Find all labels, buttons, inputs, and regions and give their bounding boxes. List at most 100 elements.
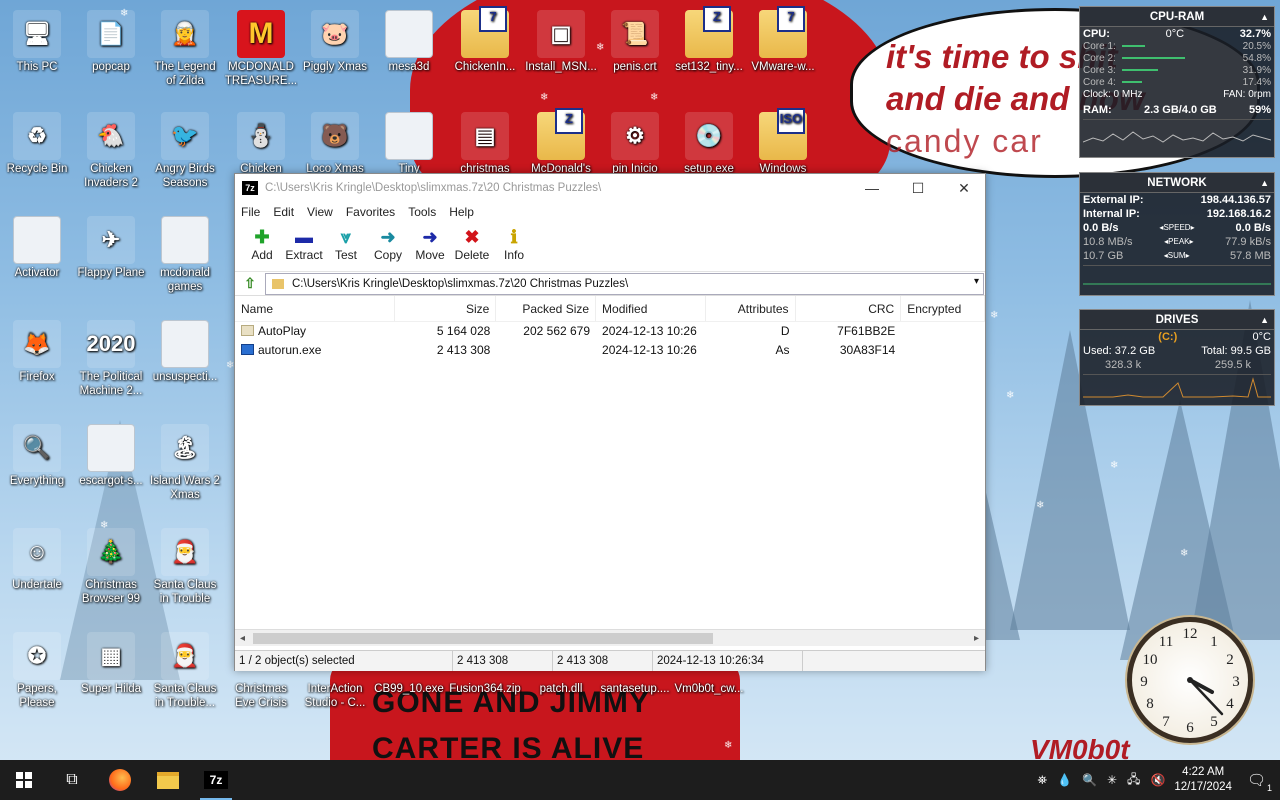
add-button[interactable]: ✚ Add bbox=[241, 222, 283, 271]
desktop-icon[interactable]: 🐔 Chicken Invaders 2 bbox=[74, 112, 148, 190]
address-input[interactable]: C:\Users\Kris Kringle\Desktop\slimxmas.7… bbox=[265, 272, 984, 295]
scroll-thumb[interactable] bbox=[253, 633, 713, 644]
sum-label: SUM bbox=[1167, 251, 1186, 260]
maximize-button[interactable]: ☐ bbox=[895, 174, 941, 202]
desktop-icon[interactable]: ▦ Super Hilda bbox=[74, 632, 148, 696]
desktop-icon[interactable]: Activator bbox=[0, 216, 74, 280]
chevron-down-icon[interactable]: ▾ bbox=[974, 276, 979, 287]
menu-help[interactable]: Help bbox=[449, 205, 474, 219]
desktop-icon[interactable]: ⛄ Chicken bbox=[224, 112, 298, 176]
desktop-icon[interactable]: 🧝 The Legend of Zilda bbox=[148, 10, 222, 88]
move-button[interactable]: ➜ Move bbox=[409, 222, 451, 271]
menu-view[interactable]: View bbox=[307, 205, 333, 219]
drives-widget[interactable]: DRIVES ▲ (C:) 0°C Used: 37.2 GB Total: 99.5… bbox=[1079, 309, 1275, 406]
scroll-left-icon[interactable]: ◂ bbox=[240, 630, 245, 647]
desktop-icon[interactable]: mesa3d bbox=[372, 10, 446, 74]
desktop-icon[interactable]: Tiny bbox=[372, 112, 446, 176]
desktop-icon[interactable]: ♻ Recycle Bin bbox=[0, 112, 74, 176]
droplet-icon[interactable]: 💧 bbox=[1057, 773, 1072, 787]
menu-file[interactable]: File bbox=[241, 205, 260, 219]
desktop-icon[interactable]: 🎄 Christmas Browser 99 bbox=[74, 528, 148, 606]
network-tray-icon[interactable]: ⛯ bbox=[1037, 773, 1047, 788]
desktop-icon[interactable]: ChickenIn... bbox=[448, 6, 522, 74]
desktop-icon[interactable]: 🐻 Loco Xmas bbox=[298, 112, 372, 176]
info-button[interactable]: ℹ Info bbox=[493, 222, 535, 271]
desktop-icon[interactable]: 🏝 Island Wars 2 Xmas bbox=[148, 424, 222, 502]
desktop-icon[interactable]: ▤ christmas bbox=[448, 112, 522, 176]
minimize-button[interactable]: — bbox=[849, 174, 895, 202]
copy-button[interactable]: ➜ Copy bbox=[367, 222, 409, 271]
delete-button[interactable]: ✖ Delete bbox=[451, 222, 493, 271]
desktop-icon[interactable]: 💿 setup.exe bbox=[672, 112, 746, 176]
up-folder-icon[interactable]: ⇧ bbox=[235, 275, 265, 292]
column-crc[interactable]: CRC bbox=[796, 296, 902, 321]
test-button[interactable]: ⩔ Test bbox=[325, 222, 367, 271]
desktop-icon[interactable]: M MCDONALD TREASURE... bbox=[224, 10, 298, 88]
desktop-icon[interactable]: 📄 popcap bbox=[74, 10, 148, 74]
taskbar-file-explorer[interactable] bbox=[144, 760, 192, 800]
papers-please-icon: ✪ bbox=[13, 632, 61, 680]
menu-tools[interactable]: Tools bbox=[408, 205, 436, 219]
network-widget[interactable]: NETWORK ▲ External IP: 198.44.136.57 Inter… bbox=[1079, 172, 1275, 296]
desktop-icon[interactable]: 🖥 This PC bbox=[0, 10, 74, 74]
taskbar-clock[interactable]: 4:22 AM 12/17/2024 bbox=[1174, 765, 1232, 795]
column-name[interactable]: Name bbox=[235, 296, 395, 321]
menu-edit[interactable]: Edit bbox=[273, 205, 294, 219]
column-attributes[interactable]: Attributes bbox=[706, 296, 796, 321]
desktop-icon[interactable]: ☺ Undertale bbox=[0, 528, 74, 592]
cpu-ram-widget[interactable]: CPU-RAM ▲ CPU: 0°C 32.7% Core 1: 20.5% Core 2… bbox=[1079, 6, 1275, 158]
column-packed-size[interactable]: Packed Size bbox=[496, 296, 597, 321]
desktop-icon[interactable]: ▣ Install_MSN... bbox=[524, 10, 598, 74]
desktop-icon[interactable]: set132_tiny... bbox=[672, 6, 746, 74]
volume-muted-icon[interactable]: 🔇 bbox=[1150, 773, 1165, 787]
start-button[interactable] bbox=[0, 760, 48, 800]
column-modified[interactable]: Modified bbox=[596, 296, 706, 321]
desktop-icon[interactable]: 🦊 Firefox bbox=[0, 320, 74, 384]
menu-favorites[interactable]: Favorites bbox=[346, 205, 395, 219]
desktop-icon[interactable]: 🐷 Piggly Xmas bbox=[298, 10, 372, 74]
extract-button[interactable]: ▬ Extract bbox=[283, 222, 325, 271]
taskbar-7zip[interactable]: 7z bbox=[192, 760, 240, 800]
horizontal-scrollbar[interactable]: ◂ ▸ bbox=[235, 629, 985, 646]
title-bar[interactable]: 7z C:\Users\Kris Kringle\Desktop\slimxma… bbox=[235, 174, 985, 202]
desktop-icon[interactable]: ✈ Flappy Plane bbox=[74, 216, 148, 280]
close-button[interactable]: ✕ bbox=[941, 174, 987, 202]
desktop-icon[interactable]: 🎅 Santa Claus in Trouble... bbox=[148, 632, 222, 710]
desktop-icon[interactable]: 🎅 Santa Claus in Trouble bbox=[148, 528, 222, 606]
search-tray-icon[interactable]: 🔍 bbox=[1082, 773, 1097, 787]
desktop-icon-label: escargot-s... bbox=[79, 475, 143, 487]
column-size[interactable]: Size bbox=[395, 296, 497, 321]
desktop-icon[interactable]: 🔍 Everything bbox=[0, 424, 74, 488]
drive-used: Used: 37.2 GB bbox=[1083, 345, 1156, 357]
desktop-icon[interactable]: escargot-s... bbox=[74, 424, 148, 488]
desktop-icon[interactable]: Windows bbox=[746, 108, 820, 176]
desktop-icon[interactable]: ✪ Papers, Please bbox=[0, 632, 74, 710]
desktop-icon[interactable]: 📜 penis.crt bbox=[598, 10, 672, 74]
archive-window[interactable]: 7z C:\Users\Kris Kringle\Desktop\slimxma… bbox=[234, 173, 986, 671]
widget-collapse-icon[interactable]: ▲ bbox=[1260, 310, 1269, 330]
column-encrypted[interactable]: Encrypted bbox=[901, 296, 985, 321]
desktop-icon-label: mcdonald games bbox=[160, 267, 210, 293]
desktop-icon[interactable]: 2020 The Political Machine 2... bbox=[74, 320, 148, 398]
chicken-icon: ⛄ bbox=[237, 112, 285, 160]
taskbar-firefox[interactable] bbox=[96, 760, 144, 800]
snowflake-icon[interactable]: ✳ bbox=[1107, 773, 1117, 787]
desktop-icon[interactable]: ⚙ pin Inicio bbox=[598, 112, 672, 176]
desktop-icon-label: Fusion364.zip bbox=[449, 683, 521, 695]
widget-collapse-icon[interactable]: ▲ bbox=[1260, 7, 1269, 27]
notification-icon[interactable]: 🗨 1 bbox=[1247, 771, 1272, 793]
file-crc: 7F61BB2E bbox=[837, 324, 896, 338]
desktop-icon[interactable]: VMware-w... bbox=[746, 6, 820, 74]
network-icon[interactable]: 🖧 bbox=[1127, 770, 1140, 791]
desktop-icon[interactable]: unsuspecti... bbox=[148, 320, 222, 384]
file-row[interactable]: AutoPlay 5 164 028 202 562 679 2024-12-13 1… bbox=[235, 322, 985, 341]
desktop-icon[interactable]: 🐦 Angry Birds Seasons bbox=[148, 112, 222, 190]
scroll-right-icon[interactable]: ▸ bbox=[974, 630, 979, 647]
task-view-button[interactable]: ⧉ bbox=[48, 760, 96, 800]
speed-label: SPEED bbox=[1163, 223, 1191, 232]
widget-collapse-icon[interactable]: ▲ bbox=[1260, 173, 1269, 193]
file-row[interactable]: autorun.exe 2 413 308 2024-12-13 10:26 As 30… bbox=[235, 341, 985, 360]
desktop-icon[interactable]: McDonald's bbox=[524, 108, 598, 176]
desktop-icon[interactable]: mcdonald games bbox=[148, 216, 222, 294]
desktop-icon-label: mesa3d bbox=[388, 61, 430, 73]
